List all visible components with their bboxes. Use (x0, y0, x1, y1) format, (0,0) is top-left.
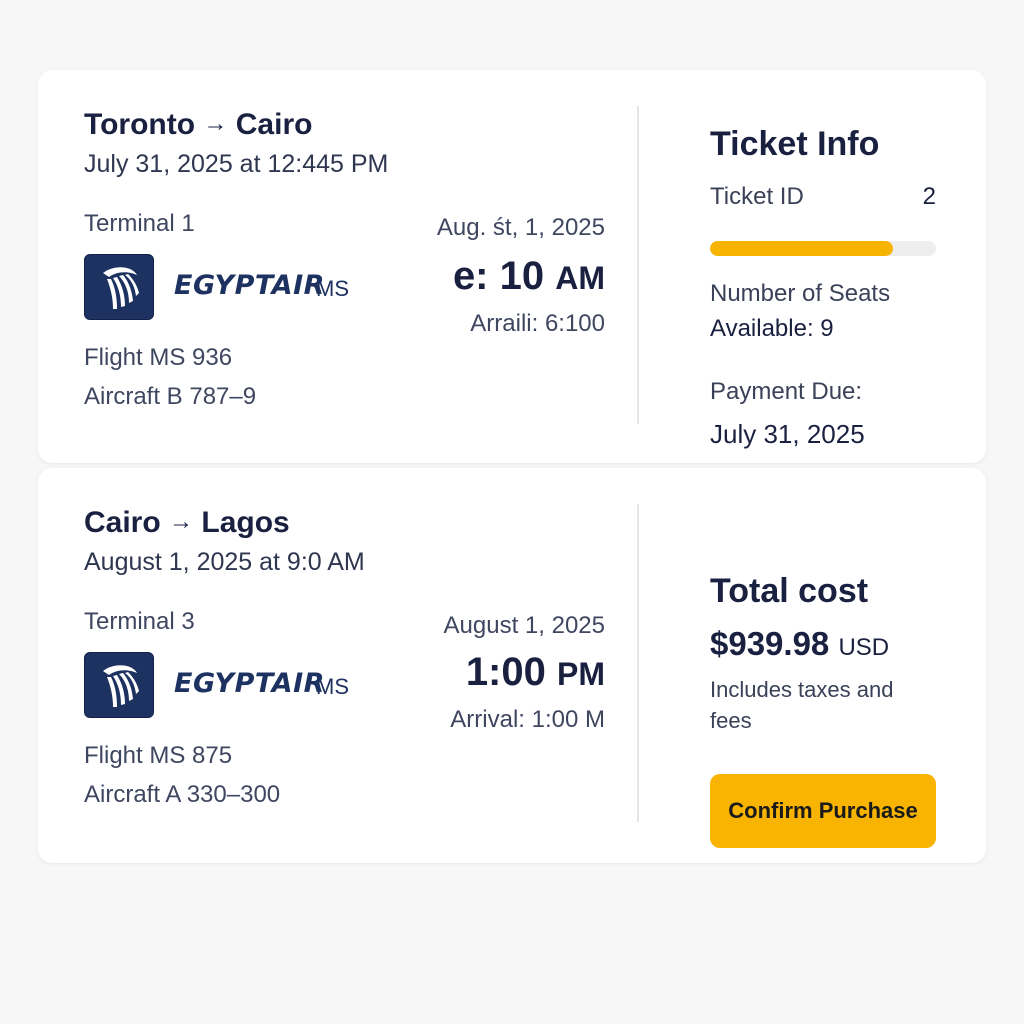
route-to: Lagos (201, 506, 290, 539)
departure-date: August 1, 2025 (443, 612, 605, 639)
airline-name: EGYPTAIR (174, 668, 325, 699)
payment-due-date: July 31, 2025 (710, 419, 865, 449)
seats-available: Available: 9 (710, 315, 834, 342)
arrival-time: Arraili: 6:100 (470, 310, 605, 337)
route-from: Toronto (84, 108, 196, 141)
price-note: Includes taxes and fees (710, 677, 894, 733)
departure-date: Aug. śt, 1, 2025 (436, 214, 605, 241)
route-arrow: → (169, 508, 194, 535)
route-from: Cairo (84, 506, 161, 539)
departure-time: e: 10 AM (453, 254, 605, 299)
flight-card-1: Toronto → Cairo July 31, 2025 at 12:445 … (38, 70, 986, 463)
ticket-progress-fill (710, 241, 894, 256)
departure-time-value: e: 10 (452, 254, 545, 298)
egyptair-horus-logo-icon (103, 665, 139, 707)
flight-number: Flight MS 936 (84, 344, 233, 371)
flight-number: Flight MS 875 (84, 742, 233, 769)
total-price: $939.98 USD (710, 625, 889, 663)
ticket-id-value: 2 (922, 183, 936, 210)
route-title: Cairo → Lagos (84, 506, 290, 540)
aircraft-type: Aircraft A 330–300 (84, 781, 281, 808)
departure-datetime: August 1, 2025 at 9:0 AM (84, 548, 365, 576)
total-amount: $939.98 (710, 625, 830, 662)
payment-due-label: Payment Due: (710, 378, 863, 405)
departure-datetime: July 31, 2025 at 12:445 PM (84, 150, 389, 178)
ticket-info-title: Ticket Info (710, 125, 880, 163)
arrival-time: Arrival: 1:00 M (450, 706, 605, 733)
route-to: Cairo (235, 108, 313, 141)
egyptair-horus-logo-icon (103, 267, 139, 309)
confirm-purchase-button[interactable]: Confirm Purchase (710, 774, 936, 848)
airline-logo (84, 652, 154, 718)
card-divider (637, 106, 639, 424)
departure-ampm: PM (557, 656, 605, 692)
total-currency: USD (838, 634, 890, 661)
airline-logo (84, 254, 154, 320)
route-arrow: → (203, 110, 228, 137)
route-title: Toronto → Cairo (84, 108, 312, 142)
terminal-label: Terminal 1 (84, 210, 195, 237)
flight-card-2: Cairo → Lagos August 1, 2025 at 9:0 AM T… (38, 468, 986, 863)
airline-code: MS (316, 276, 349, 301)
terminal-label: Terminal 3 (84, 608, 195, 635)
card-divider (637, 504, 639, 822)
departure-time: 1:00 PM (466, 650, 605, 695)
departure-ampm: AM (555, 260, 605, 296)
airline-name: EGYPTAIR (174, 270, 325, 301)
seats-label: Number of Seats (710, 280, 891, 307)
aircraft-type: Aircraft B 787–9 (84, 383, 257, 410)
departure-time-value: 1:00 (465, 650, 546, 694)
ticket-id-label: Ticket ID (710, 183, 804, 210)
total-cost-title: Total cost (710, 572, 869, 610)
ticket-progress-bar (710, 241, 936, 256)
airline-code: MS (316, 674, 349, 699)
